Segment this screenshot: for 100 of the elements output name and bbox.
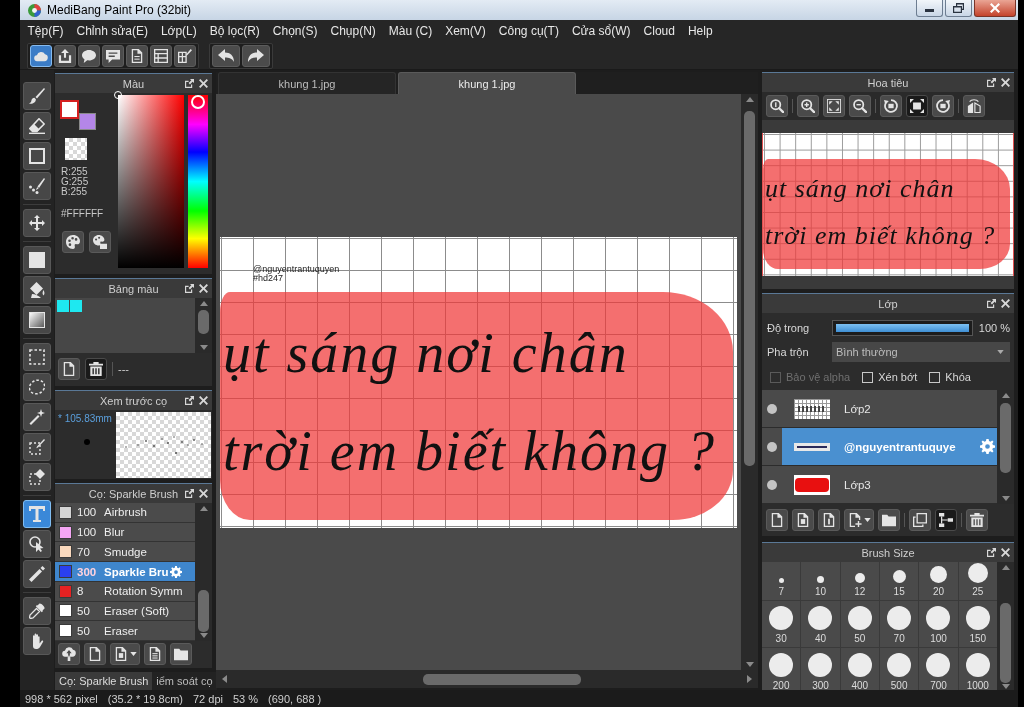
undock-icon[interactable] [987,78,996,87]
scrollbar[interactable] [997,562,1014,692]
menu-item[interactable]: Chụp(N) [324,22,383,40]
restore-button[interactable] [945,0,972,17]
zoom-out-button[interactable] [849,95,871,117]
selection-pen-button[interactable] [23,433,51,461]
redo-button[interactable] [242,44,270,67]
transparent-color-swatch[interactable] [65,138,87,160]
arrow-left-icon[interactable] [222,675,227,683]
menu-item[interactable]: Công cụ(T) [492,22,566,40]
scrollbar-thumb[interactable] [423,673,581,685]
arrow-down-icon[interactable] [199,345,208,350]
pointer-button[interactable] [23,530,51,558]
saturation-value-field[interactable] [118,95,184,268]
close-icon[interactable] [1001,548,1010,557]
cloud-button[interactable] [30,44,52,67]
brush-size-cell[interactable]: 70 [880,601,919,647]
undock-icon[interactable] [987,548,996,557]
scrollbar-thumb[interactable] [198,590,209,632]
brush-size-cell[interactable]: 15 [880,562,919,600]
navigator-preview[interactable]: ụt sáng nơi chân trời em biết không ? [762,120,1014,289]
table-edit-button[interactable] [174,44,196,67]
close-button[interactable] [974,0,1016,17]
eraser-button[interactable] [23,112,51,140]
selection-eraser-button[interactable] [23,463,51,491]
hue-slider[interactable] [188,95,208,268]
brush-size-cell[interactable]: 150 [958,601,997,647]
scrollbar[interactable] [195,503,212,641]
rotate-right-button[interactable] [932,95,954,117]
message-button[interactable] [102,44,124,67]
folder-button[interactable] [170,643,192,665]
brush-list-item[interactable]: 100 Blur [55,522,195,543]
gear-icon[interactable] [169,565,182,578]
dot-brush-button[interactable] [23,172,51,200]
visibility-dot-icon[interactable] [767,403,777,414]
brush-size-cell[interactable]: 25 [958,562,997,600]
page-plus-button[interactable] [844,508,874,531]
menu-item[interactable]: Xem(V) [438,22,493,40]
list-button[interactable] [150,44,172,67]
new-page-button[interactable] [766,508,788,531]
background-color-swatch[interactable] [79,113,96,130]
filled-square-button[interactable] [23,246,51,274]
scrollbar[interactable] [216,670,758,688]
menu-item[interactable]: Lớp(L) [154,22,204,40]
brush-list-item[interactable]: 100 Airbrush [55,503,195,523]
close-icon[interactable] [199,489,208,498]
undock-icon[interactable] [185,79,194,88]
dashed-lasso-button[interactable] [23,373,51,401]
close-icon[interactable] [199,396,208,405]
arrow-down-icon[interactable] [1001,684,1010,689]
arrow-right-icon[interactable] [747,675,752,683]
undock-icon[interactable] [185,489,194,498]
brush-button[interactable] [23,82,51,110]
arrow-up-icon[interactable] [745,97,754,102]
new-page-button[interactable] [58,358,80,380]
menu-item[interactable]: Cloud [637,22,682,40]
gradient-button[interactable] [23,306,51,334]
scrollbar-thumb[interactable] [1000,603,1011,683]
fit-screen-button[interactable] [823,95,845,117]
menu-item[interactable]: Màu (C) [382,22,439,40]
brush-size-cell[interactable]: 30 [762,601,801,647]
cloud-upload-button[interactable] [58,643,80,665]
close-icon[interactable] [1001,299,1010,308]
arrow-up-icon[interactable] [1001,393,1010,398]
frame-corners-button[interactable] [906,95,928,117]
scrollbar[interactable] [195,298,212,353]
duplicate-button[interactable] [909,508,931,531]
brush-list-item[interactable]: 70 Smudge [55,542,195,563]
menu-item[interactable]: Chỉnh sửa(E) [70,22,155,40]
menu-item[interactable]: Tệp(F) [21,22,70,40]
color-swatch-icon[interactable] [57,300,69,312]
brush-list-item[interactable]: 50 Eraser [55,621,195,642]
gear-icon[interactable] [980,439,995,454]
arrow-up-icon[interactable] [199,506,208,511]
arrow-down-icon[interactable] [1001,496,1010,501]
pencil-button[interactable] [23,560,51,588]
brush-size-cell[interactable]: 12 [840,562,879,600]
arrow-up-icon[interactable] [199,301,208,306]
document-tab[interactable]: khung 1.jpg [218,72,396,94]
speech-bubble-button[interactable] [78,44,100,67]
panel-tab[interactable]: iểm soát cọ [152,672,217,690]
visibility-dot-icon[interactable] [767,479,777,490]
scrollbar[interactable] [741,94,758,670]
move-arrows-button[interactable] [23,209,51,237]
arrow-down-icon[interactable] [745,662,754,667]
color-swatch-icon[interactable] [70,300,82,312]
undock-icon[interactable] [185,396,194,405]
trash-button[interactable] [85,358,107,380]
palette-bar-button[interactable] [89,231,111,253]
close-icon[interactable] [199,284,208,293]
zoom-actual-size-button[interactable] [766,95,788,117]
menu-item[interactable]: Help [681,22,720,40]
brush-list-item[interactable]: 8 Rotation Symm [55,581,195,602]
close-icon[interactable] [199,79,208,88]
document-lines-button[interactable] [144,643,166,665]
palette-button[interactable] [62,231,84,253]
share-button[interactable] [54,44,76,67]
opacity-slider[interactable] [832,320,973,336]
close-icon[interactable] [1001,78,1010,87]
brush-size-cell[interactable]: 100 [919,601,958,647]
